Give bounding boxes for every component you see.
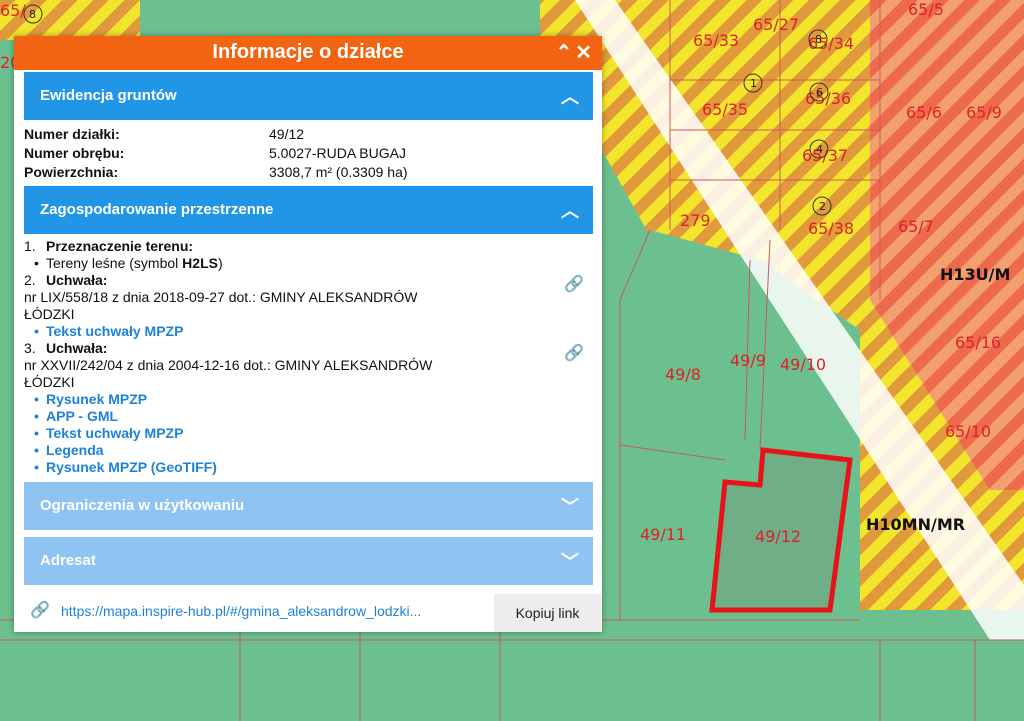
resolution-text: ŁÓDZKI xyxy=(24,374,75,390)
resolution-link[interactable]: Rysunek MPZP (GeoTIFF) xyxy=(24,459,569,476)
resolution-link[interactable]: APP - GML xyxy=(24,408,569,425)
info-row-precinct-number: Numer obrębu: 5.0027-RUDA BUGAJ xyxy=(24,145,406,161)
link-icon: 🔗 xyxy=(30,602,50,619)
link-icon[interactable]: 🔗 xyxy=(564,343,584,363)
marker-number: 4 xyxy=(816,143,823,156)
info-row-area: Powierzchnia: 3308,7 m² (0.3309 ha) xyxy=(24,164,408,180)
parcel-label: 65/9 xyxy=(966,103,1002,122)
resolution-text: nr XXVII/242/04 z dnia 2004-12-16 dot.: … xyxy=(24,357,433,373)
parcel-label: 65/38 xyxy=(808,219,854,238)
resolution-text: ŁÓDZKI xyxy=(24,306,75,322)
item-heading: Przeznaczenie terenu: xyxy=(46,238,194,254)
marker-number: 8 xyxy=(815,33,822,46)
parcel-label: 49/8 xyxy=(665,365,701,384)
parcel-label: 49/12 xyxy=(755,527,801,546)
section-title: Ewidencja gruntów xyxy=(40,87,177,104)
row-label: Numer obrębu: xyxy=(24,145,125,161)
section-title: Ograniczenia w użytkowaniu xyxy=(40,497,245,514)
row-label: Numer działki: xyxy=(24,126,120,142)
zoning-item-2: 2. Uchwała: xyxy=(24,272,108,288)
parcel-label: 279 xyxy=(680,211,711,230)
section-title: Adresat xyxy=(40,552,96,569)
section-zagospodarowanie-header[interactable]: Zagospodarowanie przestrzenne ︿ xyxy=(24,186,593,234)
row-value: 49/12 xyxy=(269,126,305,142)
copy-link-button[interactable]: Kopiuj link xyxy=(494,594,601,632)
zoning-item-1: 1. Przeznaczenie terenu: xyxy=(24,238,194,254)
chevron-down-icon: ﹀ xyxy=(561,497,579,517)
chevron-up-icon: ︿ xyxy=(561,87,579,107)
share-link-bar: 🔗 https://mapa.inspire-hub.pl/#/gmina_al… xyxy=(24,594,601,632)
resolution-link[interactable]: Legenda xyxy=(24,442,569,459)
section-ewidencja-header[interactable]: Ewidencja gruntów ︿ xyxy=(24,72,593,120)
section-title: Zagospodarowanie przestrzenne xyxy=(40,201,274,218)
zoning-details: 1.Przeznaczenie terenu: Tereny leśne (sy… xyxy=(24,238,569,476)
resolution-link[interactable]: Tekst uchwały MPZP xyxy=(24,323,569,340)
section-ograniczenia-header[interactable]: Ograniczenia w użytkowaniu ﹀ xyxy=(24,482,593,530)
section-adresat-header[interactable]: Adresat ﹀ xyxy=(24,537,593,585)
collapse-panel-icon[interactable]: ⌃ xyxy=(555,40,572,65)
land-use-bullet: Tereny leśne (symbol H2LS) xyxy=(24,255,569,272)
parcel-label: 49/11 xyxy=(640,525,686,544)
parcel-label: 49/10 xyxy=(780,355,826,374)
parcel-label: 65/ xyxy=(0,1,26,20)
item-heading: Uchwała: xyxy=(46,340,108,356)
close-icon[interactable]: ✕ xyxy=(575,40,592,65)
info-row-parcel-number: Numer działki: 49/12 xyxy=(24,126,304,142)
parcel-label: 65/7 xyxy=(898,217,934,236)
parcel-label: 65/6 xyxy=(906,103,942,122)
chevron-down-icon: ﹀ xyxy=(561,552,579,572)
zone-label: H10MN/MR xyxy=(866,515,965,534)
parcel-label: 65/16 xyxy=(955,333,1001,352)
parcel-label: 65/27 xyxy=(753,15,799,34)
link-icon[interactable]: 🔗 xyxy=(564,274,584,294)
marker-number: 1 xyxy=(750,77,757,90)
parcel-label: 65/35 xyxy=(702,100,748,119)
marker-number: 6 xyxy=(816,86,823,99)
parcel-marker-number: 8 xyxy=(29,8,36,21)
zoning-item-3: 3. Uchwała: xyxy=(24,340,108,356)
panel-header: Informacje o działce ⌃ ✕ xyxy=(14,36,602,70)
share-url[interactable]: https://mapa.inspire-hub.pl/#/gmina_alek… xyxy=(61,603,501,619)
marker-number: 2 xyxy=(819,200,826,213)
panel-title: Informacje o działce xyxy=(212,41,404,63)
row-value: 5.0027-RUDA BUGAJ xyxy=(269,145,406,161)
resolution-link[interactable]: Rysunek MPZP xyxy=(24,391,569,408)
row-value: 3308,7 m² (0.3309 ha) xyxy=(269,164,408,180)
parcel-label: 65/33 xyxy=(693,31,739,50)
parcel-label: 65/10 xyxy=(945,422,991,441)
parcel-label: 49/9 xyxy=(730,351,766,370)
row-label: Powierzchnia: xyxy=(24,164,119,180)
panel-actions: ⌃ ✕ xyxy=(555,40,592,65)
resolution-text: nr LIX/558/18 z dnia 2018-09-27 dot.: GM… xyxy=(24,289,418,305)
resolution-link[interactable]: Tekst uchwały MPZP xyxy=(24,425,569,442)
item-heading: Uchwała: xyxy=(46,272,108,288)
parcel-info-panel: Informacje o działce ⌃ ✕ Ewidencja grunt… xyxy=(14,36,602,632)
zone-label: H13U/M xyxy=(940,265,1010,284)
parcel-label: 65/5 xyxy=(908,0,944,19)
chevron-up-icon: ︿ xyxy=(561,201,579,221)
land-use-symbol: H2LS xyxy=(182,255,218,271)
